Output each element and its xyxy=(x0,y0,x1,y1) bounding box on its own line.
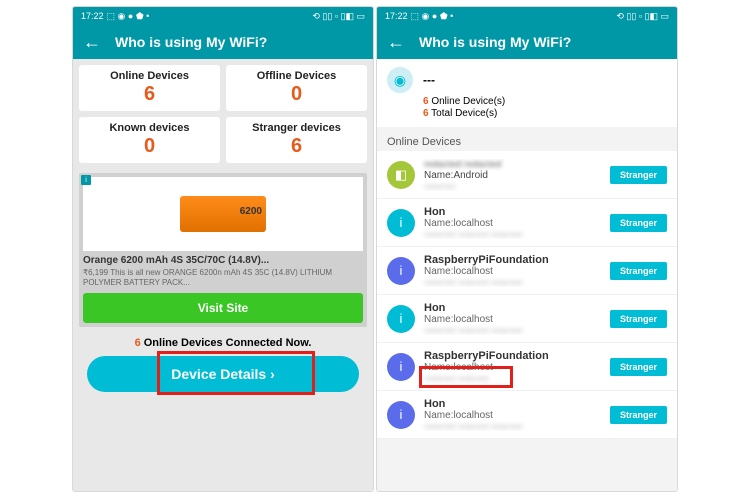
stat-value: 6 xyxy=(83,83,216,106)
device-hostname: Name:localhost xyxy=(424,410,610,421)
status-icons-right: ⟲ ▯▯ ▫ ▯◧ ▭ xyxy=(616,11,669,22)
device-info-icon: i xyxy=(387,209,415,237)
device-info-icon: i xyxy=(387,353,415,381)
phone-screen-stats: 17:22⬚ ◉ ● ⬟ • ⟲ ▯▯ ▫ ▯◧ ▭ ← Who is usin… xyxy=(72,6,374,492)
ad-image xyxy=(83,177,363,251)
device-row[interactable]: iRaspberryPiFoundationName:localhostreda… xyxy=(377,247,677,295)
visit-site-button[interactable]: Visit Site xyxy=(83,293,363,323)
device-ip: redacted redacted redacted xyxy=(424,278,610,287)
section-header: Online Devices xyxy=(377,131,677,151)
page-title: Who is using My WiFi? xyxy=(115,34,267,50)
stat-value: 0 xyxy=(230,83,363,106)
status-time: 17:22 xyxy=(385,11,408,21)
connected-text: Online Devices Connected Now. xyxy=(144,337,312,349)
status-bar: 17:22⬚ ◉ ● ⬟ • ⟲ ▯▯ ▫ ▯◧ ▭ xyxy=(377,7,677,25)
device-hostname: Name:localhost xyxy=(424,218,610,229)
stranger-button[interactable]: Stranger xyxy=(610,262,667,280)
device-ip: redacted redacted redacted xyxy=(424,230,610,239)
stat-value: 6 xyxy=(230,135,363,158)
connected-count: 6 xyxy=(135,337,141,349)
device-info-icon: i xyxy=(387,257,415,285)
stranger-button[interactable]: Stranger xyxy=(610,406,667,424)
stat-value: 0 xyxy=(83,135,216,158)
device-info: redacted redactedName:Androidredacted xyxy=(415,159,610,191)
status-time: 17:22 xyxy=(81,11,104,21)
stranger-button[interactable]: Stranger xyxy=(610,214,667,232)
ssid-label: --- xyxy=(423,73,435,87)
wifi-summary: ◉ --- 6 Online Device(s) 6 Total Device(… xyxy=(377,59,677,127)
device-name: RaspberryPiFoundation xyxy=(424,350,610,362)
device-info: HonName:localhostredacted redacted redac… xyxy=(415,302,610,335)
device-name: RaspberryPiFoundation xyxy=(424,254,610,266)
status-icons-left: ⬚ ◉ ● ⬟ • xyxy=(107,11,150,22)
stat-known[interactable]: Known devices 0 xyxy=(79,117,220,163)
back-icon[interactable]: ← xyxy=(83,32,101,53)
back-icon[interactable]: ← xyxy=(387,32,405,53)
device-hostname: Name:localhost xyxy=(424,266,610,277)
stat-offline[interactable]: Offline Devices 0 xyxy=(226,65,367,111)
highlight-annotation xyxy=(157,351,315,395)
device-ip: redacted redacted redacted xyxy=(424,422,610,431)
device-name: Hon xyxy=(424,398,610,410)
ad-description: ₹6,199 This is all new ORANGE 6200n mAh … xyxy=(83,268,363,288)
device-info: HonName:localhostredacted redacted redac… xyxy=(415,398,610,431)
phone-screen-devices: 17:22⬚ ◉ ● ⬟ • ⟲ ▯▯ ▫ ▯◧ ▭ ← Who is usin… xyxy=(376,6,678,492)
device-list: ◧redacted redactedName:AndroidredactedSt… xyxy=(377,151,677,439)
device-row[interactable]: iRaspberryPiFoundationName:localhostreda… xyxy=(377,343,677,391)
device-name: Hon xyxy=(424,206,610,218)
device-row[interactable]: ◧redacted redactedName:AndroidredactedSt… xyxy=(377,151,677,199)
status-icons-left: ⬚ ◉ ● ⬟ • xyxy=(411,11,454,22)
stat-label: Online Devices xyxy=(83,70,216,82)
android-icon: ◧ xyxy=(387,161,415,189)
highlight-annotation xyxy=(419,366,513,388)
online-count: 6 xyxy=(423,96,429,107)
ad-card[interactable]: i Orange 6200 mAh 4S 35C/70C (14.8V)... … xyxy=(79,173,367,327)
stranger-button[interactable]: Stranger xyxy=(610,310,667,328)
stat-label: Stranger devices xyxy=(230,122,363,134)
device-info: HonName:localhostredacted redacted redac… xyxy=(415,206,610,239)
page-title: Who is using My WiFi? xyxy=(419,34,571,50)
online-label: Online Device(s) xyxy=(431,96,505,107)
device-row[interactable]: iHonName:localhostredacted redacted reda… xyxy=(377,199,677,247)
total-count: 6 xyxy=(423,108,429,119)
app-header: ← Who is using My WiFi? xyxy=(377,25,677,59)
device-info-icon: i xyxy=(387,305,415,333)
app-header: ← Who is using My WiFi? xyxy=(73,25,373,59)
device-row[interactable]: iHonName:localhostredacted redacted reda… xyxy=(377,295,677,343)
device-hostname: Name:localhost xyxy=(424,314,610,325)
device-info: RaspberryPiFoundationName:localhostredac… xyxy=(415,254,610,287)
status-bar: 17:22⬚ ◉ ● ⬟ • ⟲ ▯▯ ▫ ▯◧ ▭ xyxy=(73,7,373,25)
stat-online[interactable]: Online Devices 6 xyxy=(79,65,220,111)
device-row[interactable]: iHonName:localhostredacted redacted reda… xyxy=(377,391,677,439)
stranger-button[interactable]: Stranger xyxy=(610,166,667,184)
wifi-icon: ◉ xyxy=(387,67,413,93)
device-info-icon: i xyxy=(387,401,415,429)
ad-title: Orange 6200 mAh 4S 35C/70C (14.8V)... xyxy=(83,255,363,266)
stat-stranger[interactable]: Stranger devices 6 xyxy=(226,117,367,163)
device-ip: redacted xyxy=(424,182,610,191)
connected-status: 6 Online Devices Connected Now. xyxy=(73,337,373,349)
device-name: Hon xyxy=(424,302,610,314)
stranger-button[interactable]: Stranger xyxy=(610,358,667,376)
stat-label: Offline Devices xyxy=(230,70,363,82)
device-ip: redacted redacted redacted xyxy=(424,326,610,335)
stat-label: Known devices xyxy=(83,122,216,134)
status-icons-right: ⟲ ▯▯ ▫ ▯◧ ▭ xyxy=(312,11,365,22)
total-label: Total Device(s) xyxy=(431,108,497,119)
ad-info-icon[interactable]: i xyxy=(81,175,91,185)
